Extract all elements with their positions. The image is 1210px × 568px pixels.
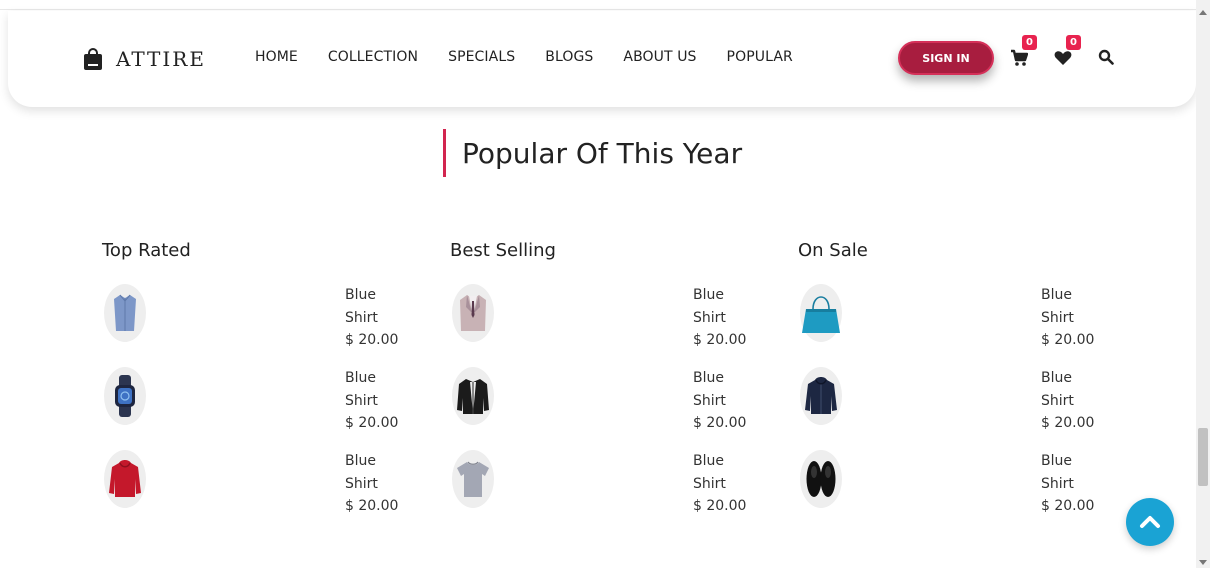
product-item[interactable]: Blue Shirt $ 20.00 [102, 284, 412, 350]
column-top-rated: Top Rated Blue Shirt $ 20.00 Blue Shirt … [102, 240, 412, 514]
product-name: Blue [345, 287, 376, 303]
product-info: Blue Shirt $ 20.00 [345, 450, 398, 518]
product-price: $ 20.00 [1041, 415, 1095, 431]
product-price: $ 20.00 [345, 415, 399, 431]
product-name-line2: Shirt [1041, 309, 1074, 326]
product-item[interactable]: Blue Shirt $ 20.00 [102, 450, 412, 516]
blue-shirt-icon [104, 284, 146, 342]
product-item[interactable]: Blue Shirt $ 20.00 [450, 284, 760, 350]
navy-hoodie-icon [800, 367, 842, 425]
product-item[interactable]: Blue Shirt $ 20.00 [798, 284, 1108, 350]
product-info: Blue Shirt $ 20.00 [693, 367, 746, 435]
suit-icon [452, 284, 494, 342]
column-title: On Sale [798, 240, 868, 261]
section-title: Popular Of This Year [443, 129, 742, 177]
product-name-line2: Shirt [693, 309, 726, 326]
product-item[interactable]: Blue Shirt $ 20.00 [102, 367, 412, 433]
product-price: $ 20.00 [693, 415, 747, 431]
main-nav: HOME COLLECTION SPECIALS BLOGS ABOUT US … [255, 49, 823, 65]
sign-in-button[interactable]: SIGN IN [898, 41, 994, 75]
section-title-text: Popular Of This Year [462, 136, 743, 170]
smartwatch-icon [104, 367, 146, 425]
nav-popular[interactable]: POPULAR [727, 49, 793, 65]
column-title: Best Selling [450, 240, 556, 261]
column-on-sale: On Sale Blue Shirt $ 20.00 Blue Shirt $ … [798, 240, 1108, 514]
product-item[interactable]: Blue Shirt $ 20.00 [450, 367, 760, 433]
product-info: Blue Shirt $ 20.00 [345, 284, 398, 352]
cart-count-badge: 0 [1022, 35, 1037, 50]
column-title: Top Rated [102, 240, 191, 261]
back-to-top-button[interactable] [1126, 498, 1174, 546]
black-jacket-icon [452, 367, 494, 425]
grey-tshirt-icon [452, 450, 494, 508]
product-info: Blue Shirt $ 20.00 [1041, 450, 1094, 518]
brand-logo[interactable]: ATTIRE [84, 47, 206, 71]
product-name-line2: Shirt [1041, 392, 1074, 409]
product-name-line2: Shirt [345, 475, 378, 492]
product-name: Blue [1041, 370, 1072, 386]
product-price: $ 20.00 [1041, 498, 1095, 514]
product-name: Blue [693, 453, 724, 469]
scroll-thumb[interactable] [1198, 428, 1208, 486]
nav-about-us[interactable]: ABOUT US [623, 49, 696, 65]
product-price: $ 20.00 [693, 498, 747, 514]
product-name: Blue [1041, 453, 1072, 469]
nav-home[interactable]: HOME [255, 49, 298, 65]
window-top-edge [0, 0, 1196, 10]
product-info: Blue Shirt $ 20.00 [1041, 367, 1094, 435]
wishlist-button[interactable]: 0 [1054, 35, 1081, 67]
product-price: $ 20.00 [693, 332, 747, 348]
column-best-selling: Best Selling Blue Shirt $ 20.00 Blue Shi… [450, 240, 760, 514]
nav-blogs[interactable]: BLOGS [545, 49, 593, 65]
handbag-icon [800, 284, 842, 342]
red-hoodie-icon [104, 450, 146, 508]
product-item[interactable]: Blue Shirt $ 20.00 [450, 450, 760, 516]
brand-name: ATTIRE [116, 47, 206, 71]
product-price: $ 20.00 [345, 498, 399, 514]
product-price: $ 20.00 [345, 332, 399, 348]
wishlist-count-badge: 0 [1066, 35, 1081, 50]
scroll-up-arrow-icon[interactable] [1199, 10, 1207, 15]
product-info: Blue Shirt $ 20.00 [693, 284, 746, 352]
cart-icon [1011, 49, 1029, 66]
product-item[interactable]: Blue Shirt $ 20.00 [798, 367, 1108, 433]
product-info: Blue Shirt $ 20.00 [1041, 284, 1094, 352]
product-name: Blue [693, 370, 724, 386]
shopping-bag-icon [84, 48, 102, 70]
product-name-line2: Shirt [693, 392, 726, 409]
product-name-line2: Shirt [345, 392, 378, 409]
chevron-up-icon [1140, 516, 1160, 528]
search-button[interactable] [1098, 49, 1114, 65]
product-name-line2: Shirt [1041, 475, 1074, 492]
page-scrollbar[interactable] [1196, 0, 1210, 568]
product-name: Blue [345, 453, 376, 469]
search-icon [1098, 49, 1114, 65]
nav-specials[interactable]: SPECIALS [448, 49, 515, 65]
product-price: $ 20.00 [1041, 332, 1095, 348]
product-name: Blue [693, 287, 724, 303]
product-name-line2: Shirt [693, 475, 726, 492]
product-info: Blue Shirt $ 20.00 [345, 367, 398, 435]
cart-button[interactable]: 0 [1010, 35, 1037, 67]
heart-icon [1054, 51, 1072, 65]
product-name-line2: Shirt [345, 309, 378, 326]
scroll-down-arrow-icon[interactable] [1199, 560, 1207, 565]
nav-collection[interactable]: COLLECTION [328, 49, 418, 65]
product-item[interactable]: Blue Shirt $ 20.00 [798, 450, 1108, 516]
title-accent-bar [443, 129, 446, 177]
product-name: Blue [1041, 287, 1072, 303]
product-info: Blue Shirt $ 20.00 [693, 450, 746, 518]
product-name: Blue [345, 370, 376, 386]
sneakers-icon [800, 450, 842, 508]
site-header: ATTIRE HOME COLLECTION SPECIALS BLOGS AB… [8, 11, 1196, 107]
